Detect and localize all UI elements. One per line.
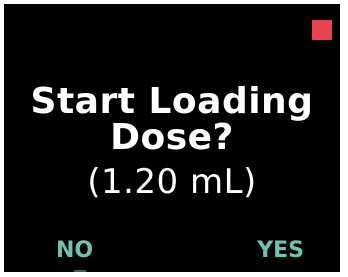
red-square-icon [312, 20, 332, 40]
confirmation-prompt: Start Loading Dose? (1.20 mL) [4, 81, 340, 203]
no-softkey-button[interactable]: NO [56, 238, 93, 264]
prompt-title-line-1: Start Loading [30, 81, 314, 122]
device-screen: Start Loading Dose? (1.20 mL) NO YES [4, 4, 340, 272]
prompt-title-line-2: Dose? [110, 117, 234, 158]
bottom-edge-marker [74, 270, 86, 272]
dose-volume-text: (1.20 mL) [87, 162, 257, 202]
yes-softkey-button[interactable]: YES [257, 238, 304, 264]
